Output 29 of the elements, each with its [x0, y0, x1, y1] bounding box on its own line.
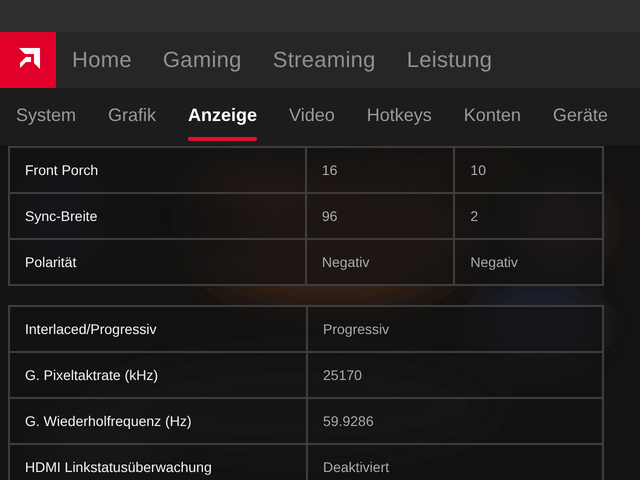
value-cell: 2: [454, 193, 603, 239]
nav-tab[interactable]: Home: [72, 47, 132, 73]
value-cell: 10: [454, 147, 603, 193]
tab[interactable]: Grafik: [108, 88, 156, 145]
row-label: Sync-Breite: [9, 193, 306, 239]
row-label: Polarität: [9, 239, 306, 285]
row-label: HDMI Linkstatusüberwachung: [9, 444, 307, 480]
nav-tab[interactable]: Gaming: [162, 47, 242, 73]
row-label: Front Porch: [9, 147, 306, 193]
value-cell: 59.9286: [307, 398, 603, 444]
value-cell: Negativ: [306, 239, 454, 285]
tab[interactable]: Konten: [464, 88, 521, 145]
row-label: G. Pixeltaktrate (kHz): [9, 352, 307, 398]
tab[interactable]: Geräte: [552, 88, 608, 145]
row-label: G. Wiederholfrequenz (Hz): [9, 398, 307, 444]
value-cell: 16: [306, 147, 454, 193]
logo-tile[interactable]: [0, 32, 56, 88]
tab[interactable]: Hotkeys: [366, 88, 432, 145]
value-cell: Progressiv: [307, 306, 603, 352]
nav-tab[interactable]: Leistung: [406, 47, 492, 73]
active-tab-indicator: [188, 137, 258, 141]
value-cell: Negativ: [454, 239, 603, 285]
tab[interactable]: System: [16, 88, 76, 145]
value-cell: 25170: [307, 352, 603, 398]
tab[interactable]: Anzeige: [188, 88, 258, 145]
row-label: Interlaced/Progressiv: [9, 306, 307, 352]
tab[interactable]: Video: [289, 88, 335, 145]
value-cell: 96: [306, 193, 454, 239]
nav-tab[interactable]: Streaming: [272, 47, 376, 73]
